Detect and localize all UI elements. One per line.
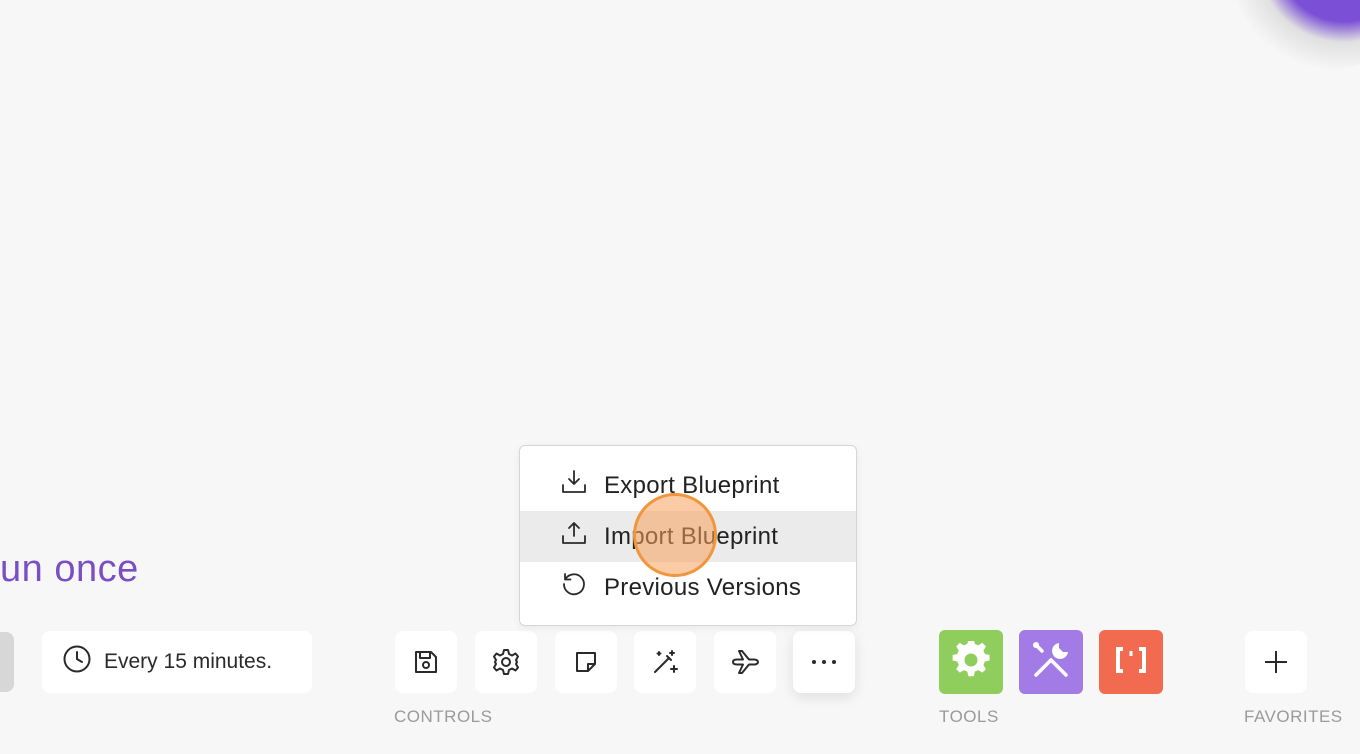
notes-button[interactable] xyxy=(555,631,617,693)
airplane-icon xyxy=(729,646,761,678)
wrench-screwdriver-icon xyxy=(1028,637,1074,688)
gear-icon xyxy=(491,647,521,677)
gear-icon xyxy=(952,638,990,684)
auto-align-button[interactable] xyxy=(634,631,696,693)
tools-tool-button[interactable] xyxy=(1019,630,1083,694)
menu-item-label: Previous Versions xyxy=(604,573,802,601)
brackets-icon xyxy=(1113,645,1149,680)
more-button[interactable] xyxy=(793,631,855,693)
save-button[interactable] xyxy=(395,631,457,693)
plus-icon xyxy=(1263,649,1289,675)
menu-item-import-blueprint[interactable]: Import Blueprint xyxy=(520,511,856,562)
controls-section-label: CONTROLS xyxy=(394,707,493,726)
menu-item-label: Import Blueprint xyxy=(604,522,779,550)
history-icon xyxy=(560,570,588,605)
more-menu: Export Blueprint Import Blueprint Previo… xyxy=(519,445,857,626)
schedule-button[interactable]: Every 15 minutes. xyxy=(42,631,312,693)
menu-item-previous-versions[interactable]: Previous Versions xyxy=(520,562,856,613)
run-once-label[interactable]: un once xyxy=(0,548,139,591)
magic-wand-icon xyxy=(650,647,680,677)
schedule-label: Every 15 minutes. xyxy=(104,650,273,673)
text-parser-tool-button[interactable] xyxy=(1099,630,1163,694)
download-tray-icon xyxy=(560,468,588,503)
menu-item-export-blueprint[interactable]: Export Blueprint xyxy=(520,460,856,511)
favorites-section-label: FAVORITES xyxy=(1244,707,1343,726)
explain-flow-button[interactable] xyxy=(714,631,776,693)
save-icon xyxy=(412,648,440,676)
run-once-button-edge[interactable] xyxy=(0,632,14,692)
flow-control-tool-button[interactable] xyxy=(939,630,1003,694)
upload-tray-icon xyxy=(560,519,588,554)
corner-decoration xyxy=(1230,0,1360,70)
settings-button[interactable] xyxy=(475,631,537,693)
ellipsis-icon xyxy=(810,657,838,667)
add-favorite-button[interactable] xyxy=(1245,631,1307,693)
tools-section-label: TOOLS xyxy=(939,707,999,726)
note-icon xyxy=(572,648,600,676)
clock-icon xyxy=(62,644,92,680)
menu-item-label: Export Blueprint xyxy=(604,471,780,499)
